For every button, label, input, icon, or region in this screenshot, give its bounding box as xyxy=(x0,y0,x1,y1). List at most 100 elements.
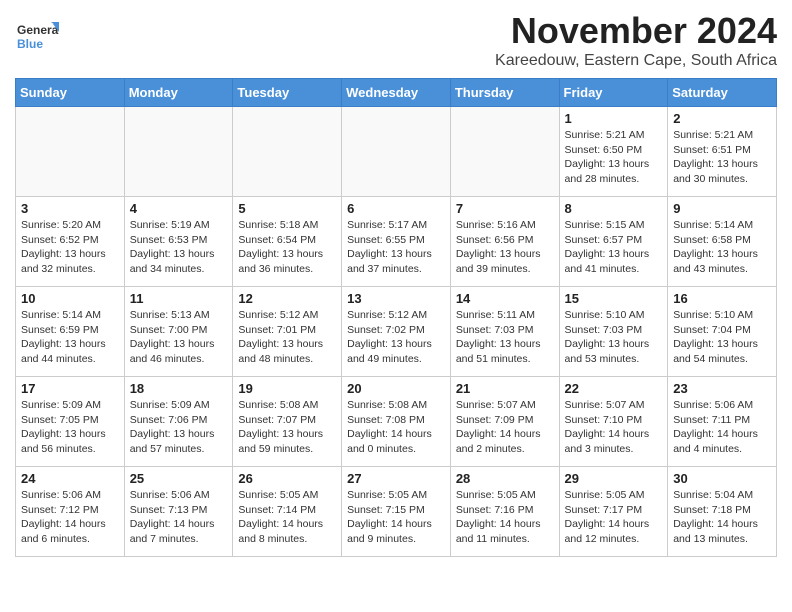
calendar-week-row: 3Sunrise: 5:20 AM Sunset: 6:52 PM Daylig… xyxy=(16,197,777,287)
day-info: Sunrise: 5:07 AM Sunset: 7:10 PM Dayligh… xyxy=(565,398,663,457)
day-info: Sunrise: 5:16 AM Sunset: 6:56 PM Dayligh… xyxy=(456,218,554,277)
month-title: November 2024 xyxy=(495,10,777,52)
calendar-cell: 21 Sunrise: 5:07 AM Sunset: 7:09 PM Dayli… xyxy=(450,377,559,467)
calendar-cell: 2 Sunrise: 5:21 AM Sunset: 6:51 PM Daylig… xyxy=(668,107,777,197)
day-number: 19 xyxy=(238,381,336,396)
logo-icon: General Blue xyxy=(15,18,59,62)
day-number: 14 xyxy=(456,291,554,306)
day-info: Sunrise: 5:21 AM Sunset: 6:51 PM Dayligh… xyxy=(673,128,771,187)
calendar-cell xyxy=(342,107,451,197)
calendar-cell: 9Sunrise: 5:14 AM Sunset: 6:58 PM Daylig… xyxy=(668,197,777,287)
calendar-cell: 3Sunrise: 5:20 AM Sunset: 6:52 PM Daylig… xyxy=(16,197,125,287)
day-number: 20 xyxy=(347,381,445,396)
day-number: 24 xyxy=(21,471,119,486)
day-info: Sunrise: 5:15 AM Sunset: 6:57 PM Dayligh… xyxy=(565,218,663,277)
calendar-cell: 1Sunrise: 5:21 AM Sunset: 6:50 PM Daylig… xyxy=(559,107,668,197)
day-number: 8 xyxy=(565,201,663,216)
weekday-header: Wednesday xyxy=(342,79,451,107)
day-number: 9 xyxy=(673,201,771,216)
day-info: Sunrise: 5:09 AM Sunset: 7:06 PM Dayligh… xyxy=(130,398,228,457)
calendar-cell: 11 Sunrise: 5:13 AM Sunset: 7:00 PM Dayli… xyxy=(124,287,233,377)
day-number: 29 xyxy=(565,471,663,486)
day-number: 13 xyxy=(347,291,445,306)
day-number: 5 xyxy=(238,201,336,216)
weekday-header: Sunday xyxy=(16,79,125,107)
calendar-cell: 6 Sunrise: 5:17 AM Sunset: 6:55 PM Daylig… xyxy=(342,197,451,287)
day-number: 1 xyxy=(565,111,663,126)
calendar-cell: 4 Sunrise: 5:19 AM Sunset: 6:53 PM Daylig… xyxy=(124,197,233,287)
weekday-header: Saturday xyxy=(668,79,777,107)
day-number: 17 xyxy=(21,381,119,396)
day-number: 21 xyxy=(456,381,554,396)
calendar-cell: 25 Sunrise: 5:06 AM Sunset: 7:13 PM Dayli… xyxy=(124,467,233,557)
day-number: 4 xyxy=(130,201,228,216)
calendar-table: SundayMondayTuesdayWednesdayThursdayFrid… xyxy=(15,78,777,557)
day-info: Sunrise: 5:17 AM Sunset: 6:55 PM Dayligh… xyxy=(347,218,445,277)
day-info: Sunrise: 5:19 AM Sunset: 6:53 PM Dayligh… xyxy=(130,218,228,277)
calendar-cell: 12 Sunrise: 5:12 AM Sunset: 7:01 PM Dayli… xyxy=(233,287,342,377)
day-number: 30 xyxy=(673,471,771,486)
day-number: 25 xyxy=(130,471,228,486)
day-info: Sunrise: 5:04 AM Sunset: 7:18 PM Dayligh… xyxy=(673,488,771,547)
calendar-cell: 20Sunrise: 5:08 AM Sunset: 7:08 PM Dayli… xyxy=(342,377,451,467)
svg-text:General: General xyxy=(17,23,59,37)
day-info: Sunrise: 5:05 AM Sunset: 7:14 PM Dayligh… xyxy=(238,488,336,547)
day-info: Sunrise: 5:07 AM Sunset: 7:09 PM Dayligh… xyxy=(456,398,554,457)
day-number: 6 xyxy=(347,201,445,216)
weekday-header-row: SundayMondayTuesdayWednesdayThursdayFrid… xyxy=(16,79,777,107)
calendar-cell: 22 Sunrise: 5:07 AM Sunset: 7:10 PM Dayli… xyxy=(559,377,668,467)
title-area: November 2024 Kareedouw, Eastern Cape, S… xyxy=(495,10,777,70)
calendar-cell: 8 Sunrise: 5:15 AM Sunset: 6:57 PM Daylig… xyxy=(559,197,668,287)
calendar-cell: 13Sunrise: 5:12 AM Sunset: 7:02 PM Dayli… xyxy=(342,287,451,377)
weekday-header: Tuesday xyxy=(233,79,342,107)
calendar-cell: 27Sunrise: 5:05 AM Sunset: 7:15 PM Dayli… xyxy=(342,467,451,557)
calendar-cell: 17 Sunrise: 5:09 AM Sunset: 7:05 PM Dayli… xyxy=(16,377,125,467)
calendar-week-row: 17 Sunrise: 5:09 AM Sunset: 7:05 PM Dayli… xyxy=(16,377,777,467)
day-info: Sunrise: 5:12 AM Sunset: 7:01 PM Dayligh… xyxy=(238,308,336,367)
weekday-header: Friday xyxy=(559,79,668,107)
calendar-cell: 18 Sunrise: 5:09 AM Sunset: 7:06 PM Dayli… xyxy=(124,377,233,467)
day-number: 18 xyxy=(130,381,228,396)
calendar-cell: 30 Sunrise: 5:04 AM Sunset: 7:18 PM Dayli… xyxy=(668,467,777,557)
day-number: 10 xyxy=(21,291,119,306)
day-number: 11 xyxy=(130,291,228,306)
day-number: 22 xyxy=(565,381,663,396)
weekday-header: Monday xyxy=(124,79,233,107)
calendar-cell: 10 Sunrise: 5:14 AM Sunset: 6:59 PM Dayli… xyxy=(16,287,125,377)
day-info: Sunrise: 5:13 AM Sunset: 7:00 PM Dayligh… xyxy=(130,308,228,367)
calendar-cell xyxy=(16,107,125,197)
day-info: Sunrise: 5:05 AM Sunset: 7:16 PM Dayligh… xyxy=(456,488,554,547)
day-number: 16 xyxy=(673,291,771,306)
calendar-cell: 29 Sunrise: 5:05 AM Sunset: 7:17 PM Dayli… xyxy=(559,467,668,557)
day-number: 3 xyxy=(21,201,119,216)
calendar-cell xyxy=(233,107,342,197)
calendar-week-row: 10 Sunrise: 5:14 AM Sunset: 6:59 PM Dayli… xyxy=(16,287,777,377)
day-info: Sunrise: 5:06 AM Sunset: 7:13 PM Dayligh… xyxy=(130,488,228,547)
day-number: 2 xyxy=(673,111,771,126)
calendar-week-row: 1Sunrise: 5:21 AM Sunset: 6:50 PM Daylig… xyxy=(16,107,777,197)
calendar-cell: 24 Sunrise: 5:06 AM Sunset: 7:12 PM Dayli… xyxy=(16,467,125,557)
day-number: 7 xyxy=(456,201,554,216)
header: General Blue November 2024 Kareedouw, Ea… xyxy=(15,10,777,70)
day-info: Sunrise: 5:14 AM Sunset: 6:59 PM Dayligh… xyxy=(21,308,119,367)
day-info: Sunrise: 5:09 AM Sunset: 7:05 PM Dayligh… xyxy=(21,398,119,457)
calendar-cell: 26 Sunrise: 5:05 AM Sunset: 7:14 PM Dayli… xyxy=(233,467,342,557)
day-number: 23 xyxy=(673,381,771,396)
calendar-cell: 7 Sunrise: 5:16 AM Sunset: 6:56 PM Daylig… xyxy=(450,197,559,287)
day-info: Sunrise: 5:05 AM Sunset: 7:17 PM Dayligh… xyxy=(565,488,663,547)
day-info: Sunrise: 5:18 AM Sunset: 6:54 PM Dayligh… xyxy=(238,218,336,277)
calendar-cell: 28 Sunrise: 5:05 AM Sunset: 7:16 PM Dayli… xyxy=(450,467,559,557)
calendar-week-row: 24 Sunrise: 5:06 AM Sunset: 7:12 PM Dayli… xyxy=(16,467,777,557)
day-number: 15 xyxy=(565,291,663,306)
day-number: 28 xyxy=(456,471,554,486)
calendar-cell xyxy=(124,107,233,197)
day-info: Sunrise: 5:08 AM Sunset: 7:07 PM Dayligh… xyxy=(238,398,336,457)
location-title: Kareedouw, Eastern Cape, South Africa xyxy=(495,52,777,70)
day-number: 12 xyxy=(238,291,336,306)
calendar-cell: 19 Sunrise: 5:08 AM Sunset: 7:07 PM Dayli… xyxy=(233,377,342,467)
calendar-cell: 23Sunrise: 5:06 AM Sunset: 7:11 PM Dayli… xyxy=(668,377,777,467)
day-info: Sunrise: 5:06 AM Sunset: 7:12 PM Dayligh… xyxy=(21,488,119,547)
day-number: 26 xyxy=(238,471,336,486)
calendar-cell: 15Sunrise: 5:10 AM Sunset: 7:03 PM Dayli… xyxy=(559,287,668,377)
calendar-cell: 14Sunrise: 5:11 AM Sunset: 7:03 PM Dayli… xyxy=(450,287,559,377)
